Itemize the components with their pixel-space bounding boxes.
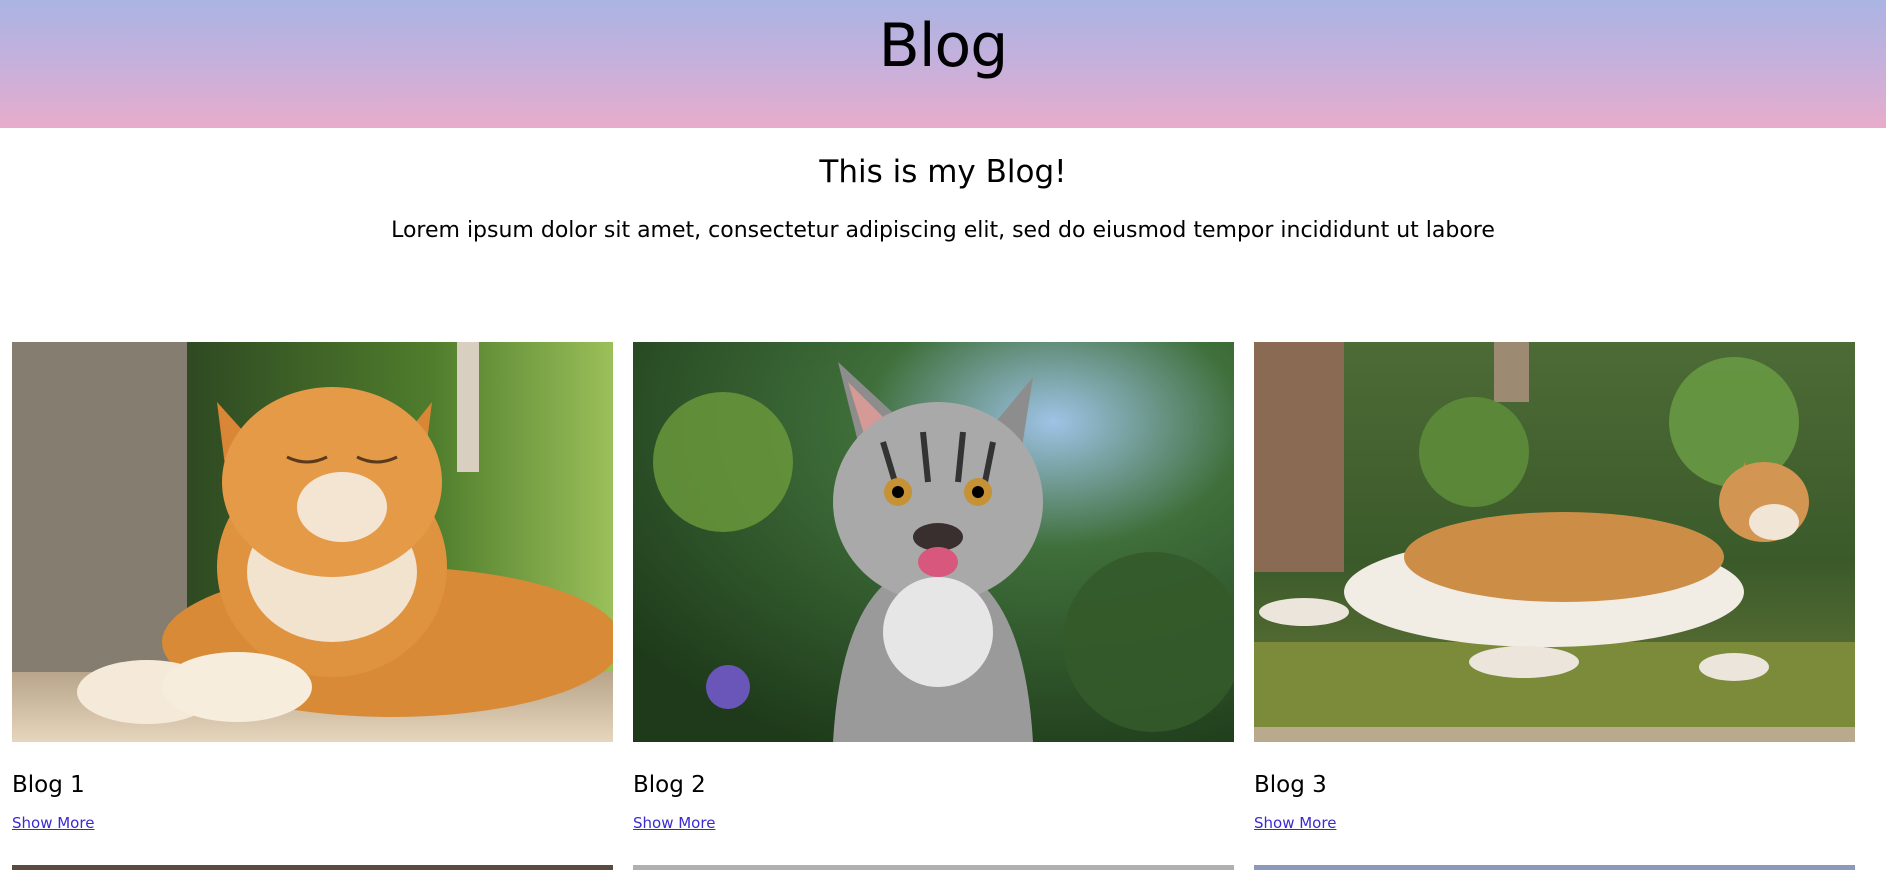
next-card-top-edge [633,865,1234,870]
blog-title: Blog 2 [633,772,706,798]
blog-card: Blog 3 Show More [1254,342,1855,832]
intro-section: This is my Blog! Lorem ipsum dolor sit a… [0,150,1886,248]
next-card-top-edge [12,865,613,870]
page-title: Blog [878,11,1009,81]
show-more-link[interactable]: Show More [633,814,715,832]
page-header: Blog [0,0,1886,128]
intro-text: Lorem ipsum dolor sit amet, consectetur … [391,218,1495,243]
cat-image [12,342,613,742]
kitten-image [633,342,1234,742]
blog-grid: Blog 1 Show More Blog 2 Show More Blog 3… [12,342,1857,832]
intro-heading: This is my Blog! [819,154,1067,190]
blog-title: Blog 1 [12,772,85,798]
blog-title: Blog 3 [1254,772,1327,798]
show-more-link[interactable]: Show More [12,814,94,832]
next-row-preview [12,865,1855,870]
blog-card: Blog 2 Show More [633,342,1234,832]
next-card-top-edge [1254,865,1855,870]
cat-lying-image [1254,342,1855,742]
show-more-link[interactable]: Show More [1254,814,1336,832]
blog-card: Blog 1 Show More [12,342,613,832]
